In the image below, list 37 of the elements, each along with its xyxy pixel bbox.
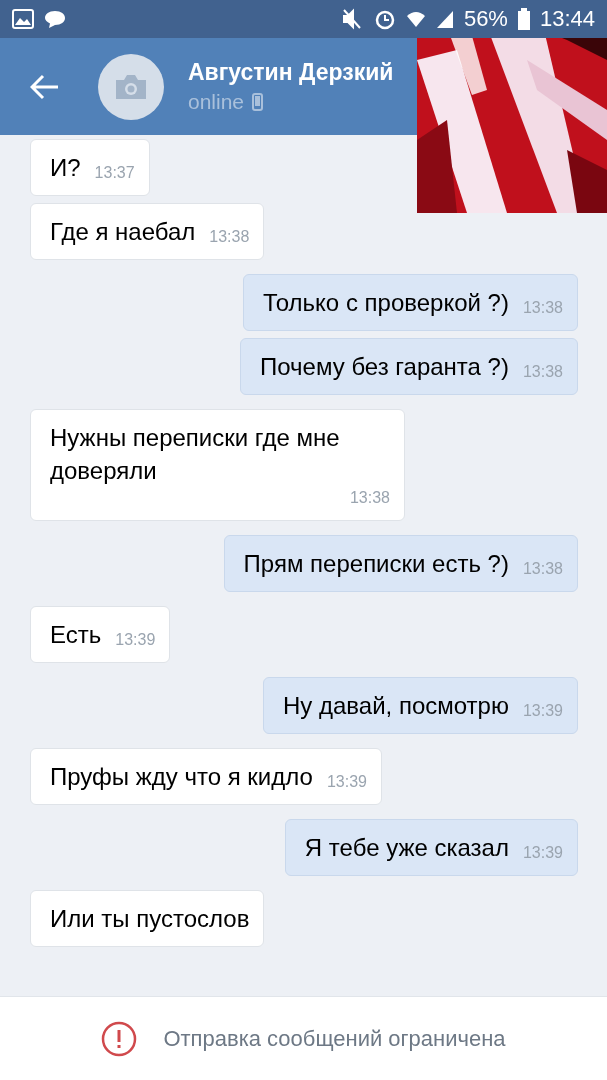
message-time: 13:39 [521,701,563,721]
back-icon[interactable] [30,73,60,100]
message-time: 13:37 [93,163,135,183]
wifi-icon [405,9,426,29]
battery-percent: 56% [463,6,508,32]
phone-icon [252,93,264,111]
chat-icon [44,9,66,29]
message-text: Ну давай, посмотрю [283,691,509,721]
message-text: Или ты пустослов [50,904,250,934]
message-time: 13:38 [521,298,563,318]
signal-icon [435,9,454,29]
notice-text: Отправка сообщений ограничена [163,1025,506,1052]
message-text: Где я наебал [50,217,196,247]
message-text: Я тебе уже сказал [304,833,509,863]
message-time: 13:38 [348,488,390,508]
battery-icon [517,8,530,30]
message-time: 13:39 [521,843,563,863]
message-time: 13:38 [521,362,563,382]
message-time: 13:38 [521,559,563,579]
camera-icon [114,73,148,100]
image-icon [12,9,34,29]
message-text: Есть [50,620,102,650]
contact-name: Августин Дерзкий [188,59,394,86]
mute-icon [341,8,364,30]
message-time: 13:39 [114,630,156,650]
clock: 13:44 [539,6,595,32]
message-text: И? [50,153,81,183]
online-status: online [188,90,245,114]
warning-icon [101,1020,138,1057]
message-text: Нужны переписки где мне доверяли [50,423,341,486]
message-time: 13:39 [325,772,367,792]
message-text: Почему без гаранта ?) [260,352,509,382]
message-text: Пруфы жду что я кидло [50,762,313,792]
message-text: Прям переписки есть ?) [243,549,509,579]
message-text: Только с проверкой ?) [263,288,509,318]
alarm-icon [373,8,396,30]
message-time: 13:38 [208,227,250,247]
